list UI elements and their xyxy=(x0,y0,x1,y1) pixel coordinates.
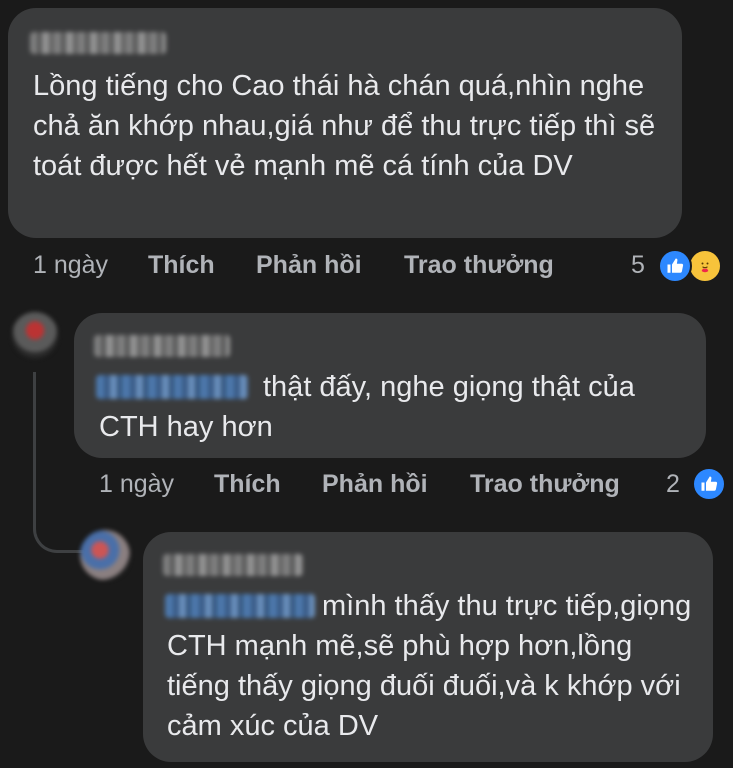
comment-text: mình thấy thu trực tiếp,giọng CTH mạnh m… xyxy=(167,590,692,742)
comment-bubble: Lồng tiếng cho Cao thái hà chán quá,nhìn… xyxy=(8,8,682,238)
award-button[interactable]: Trao thưởng xyxy=(470,470,620,499)
comment-actions: 1 ngày Thích Phản hồi Trao thưởng 5 xyxy=(33,251,733,283)
comment-time[interactable]: 1 ngày xyxy=(99,470,174,499)
thread-line-curve xyxy=(33,490,84,553)
like-icon[interactable] xyxy=(692,467,726,501)
reply-button[interactable]: Phản hồi xyxy=(322,470,428,499)
reply-button[interactable]: Phản hồi xyxy=(256,251,362,280)
care-icon[interactable] xyxy=(688,249,722,283)
comment-text: thật đấy, nghe giọng thật của CTH hay hơ… xyxy=(99,371,635,443)
like-button[interactable]: Thích xyxy=(214,470,281,499)
reaction-count[interactable]: 2 xyxy=(666,470,680,499)
comment-time[interactable]: 1 ngày xyxy=(33,251,108,280)
commenter-name-blurred[interactable] xyxy=(30,32,166,54)
reaction-count[interactable]: 5 xyxy=(631,251,645,280)
like-button[interactable]: Thích xyxy=(148,251,215,280)
comment-actions: 1 ngày Thích Phản hồi Trao thưởng 2 xyxy=(99,470,733,502)
commenter-name-blurred[interactable] xyxy=(163,554,303,576)
avatar[interactable] xyxy=(12,312,58,358)
thread-line xyxy=(33,372,36,492)
like-icon[interactable] xyxy=(658,249,692,283)
comment-text: Lồng tiếng cho Cao thái hà chán quá,nhìn… xyxy=(33,70,656,182)
commenter-name-blurred[interactable] xyxy=(94,335,230,357)
avatar[interactable] xyxy=(80,530,130,580)
award-button[interactable]: Trao thưởng xyxy=(404,251,554,280)
comment-bubble: mình thấy thu trực tiếp,giọng CTH mạnh m… xyxy=(143,532,713,762)
comment-bubble: thật đấy, nghe giọng thật của CTH hay hơ… xyxy=(74,313,706,458)
